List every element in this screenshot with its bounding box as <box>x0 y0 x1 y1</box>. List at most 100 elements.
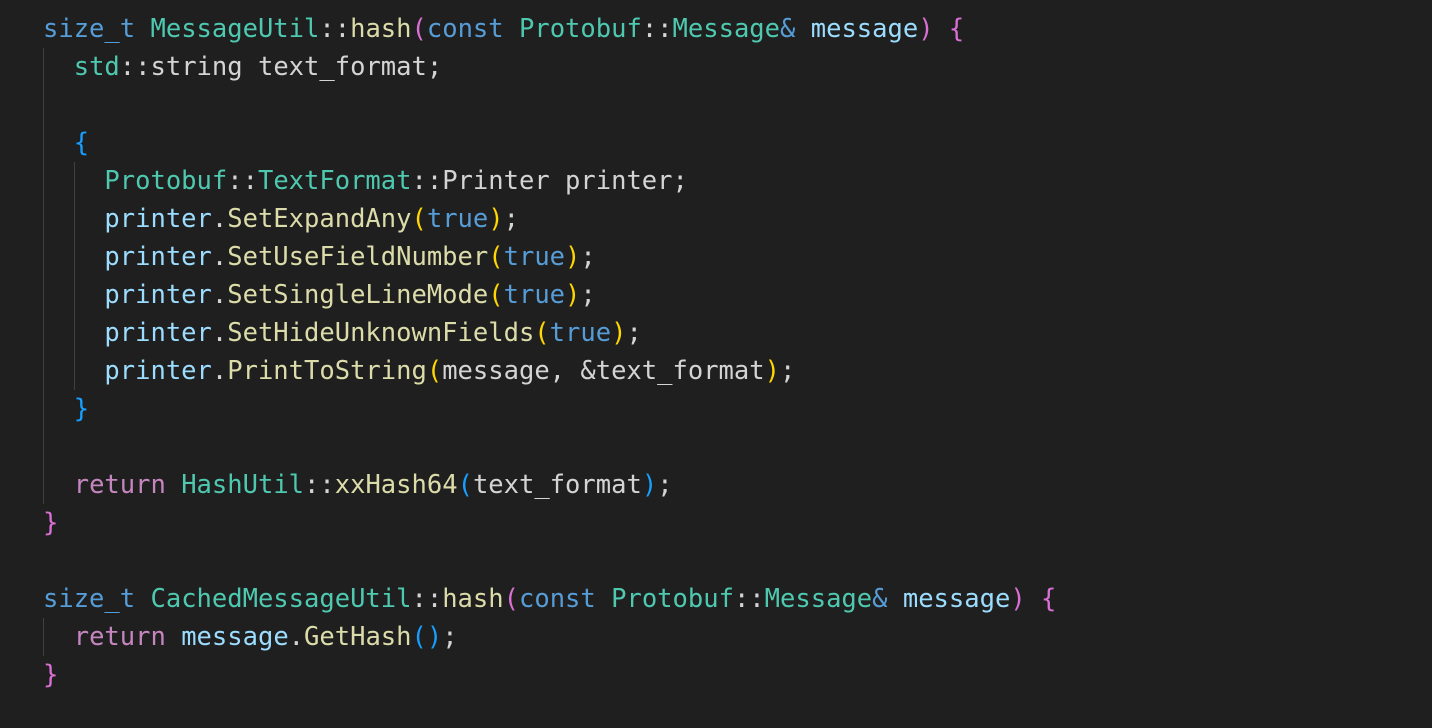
code-token: true <box>549 318 612 348</box>
code-token: () <box>411 622 443 652</box>
code-token: { <box>73 128 90 158</box>
code-token: printer <box>104 356 212 386</box>
code-token: printer <box>104 318 212 348</box>
code-token: xxHash64 <box>334 470 458 500</box>
code-line[interactable]: size_t CachedMessageUtil::hash(const Pro… <box>0 580 1432 618</box>
code-token: true <box>503 242 566 272</box>
code-editor[interactable]: size_t MessageUtil::hash(const Protobuf:… <box>0 0 1432 728</box>
code-token: Protobuf <box>611 584 734 614</box>
code-line[interactable]: } <box>0 390 1432 428</box>
code-token: Protobuf <box>104 166 228 196</box>
indent-guide <box>73 162 75 200</box>
code-token: HashUtil <box>181 470 305 500</box>
code-token: true <box>503 280 566 310</box>
code-token: hash <box>442 584 504 614</box>
code-line[interactable]: ​ <box>0 428 1432 466</box>
code-token: printer <box>104 242 212 272</box>
code-token: return <box>73 622 166 652</box>
code-line[interactable]: { <box>0 124 1432 162</box>
code-token: ( <box>488 242 504 272</box>
code-token: MessageUtil <box>150 14 320 44</box>
code-token: std <box>73 52 120 82</box>
code-token: true <box>426 204 489 234</box>
code-token: size_t <box>43 14 136 44</box>
code-token: PrintToString <box>227 356 427 386</box>
code-token: ; <box>503 204 519 234</box>
code-token: & <box>780 14 796 44</box>
code-line[interactable]: printer.SetExpandAny(true); <box>0 200 1432 238</box>
code-token: message <box>902 584 1011 614</box>
code-token: ) <box>641 470 658 500</box>
code-token: ) <box>488 204 504 234</box>
code-token: SetSingleLineMode <box>227 280 489 310</box>
code-token: :: <box>227 166 258 196</box>
code-token: . <box>288 622 305 652</box>
code-token: } <box>73 394 90 424</box>
code-token: & <box>872 584 888 614</box>
code-token: } <box>43 508 59 538</box>
code-token: text_format <box>472 470 642 500</box>
code-token: :: <box>733 584 765 614</box>
code-token: } <box>43 660 59 690</box>
code-token: TextFormat <box>257 166 412 196</box>
code-line[interactable]: return HashUtil::xxHash64(text_format); <box>0 466 1432 504</box>
code-token: ; <box>657 470 673 500</box>
code-token: { <box>948 14 965 44</box>
indent-guide <box>43 86 44 124</box>
code-token: ( <box>503 584 519 614</box>
code-token: ; <box>442 622 458 652</box>
code-line[interactable]: } <box>0 656 1432 694</box>
code-line[interactable]: printer.SetUseFieldNumber(true); <box>0 238 1432 276</box>
code-token: Printer printer; <box>442 166 688 196</box>
code-token: ; <box>580 242 596 272</box>
code-line[interactable]: printer.SetSingleLineMode(true); <box>0 276 1432 314</box>
code-token: Message <box>764 584 873 614</box>
code-token: message, &text_format <box>442 356 765 386</box>
indent-guide <box>43 276 44 314</box>
code-line[interactable]: } <box>0 504 1432 542</box>
indent-guide <box>73 276 75 314</box>
indent-guide <box>43 466 44 504</box>
code-line[interactable]: std::string text_format; <box>0 48 1432 86</box>
code-token: . <box>211 242 228 272</box>
indent-guide <box>43 352 44 390</box>
code-token: . <box>211 356 228 386</box>
code-line[interactable]: printer.SetHideUnknownFields(true); <box>0 314 1432 352</box>
code-line[interactable]: printer.PrintToString(message, &text_for… <box>0 352 1432 390</box>
code-token: hash <box>350 14 412 44</box>
code-line[interactable]: Protobuf::TextFormat::Printer printer; <box>0 162 1432 200</box>
code-token: GetHash <box>304 622 412 652</box>
code-token: SetExpandAny <box>227 204 412 234</box>
code-token: ( <box>488 280 504 310</box>
code-token: ; <box>779 356 796 386</box>
code-line[interactable]: ​ <box>0 86 1432 124</box>
code-line[interactable]: return message.GetHash(); <box>0 618 1432 656</box>
code-line[interactable]: size_t MessageUtil::hash(const Protobuf:… <box>0 10 1432 48</box>
code-line[interactable]: ​ <box>0 542 1432 580</box>
code-token: . <box>211 318 228 348</box>
code-token: :: <box>641 14 673 44</box>
code-token: ) <box>1010 584 1026 614</box>
code-token: ; <box>626 318 642 348</box>
code-token: return <box>73 470 166 500</box>
indent-guide <box>43 200 44 238</box>
indent-guide <box>43 618 44 656</box>
code-token: printer <box>104 280 212 310</box>
code-token: ) <box>918 14 934 44</box>
code-token: ( <box>411 204 427 234</box>
code-token: string <box>150 52 243 82</box>
code-token: message <box>181 622 289 652</box>
indent-guide <box>73 314 75 352</box>
code-token: ( <box>426 356 443 386</box>
